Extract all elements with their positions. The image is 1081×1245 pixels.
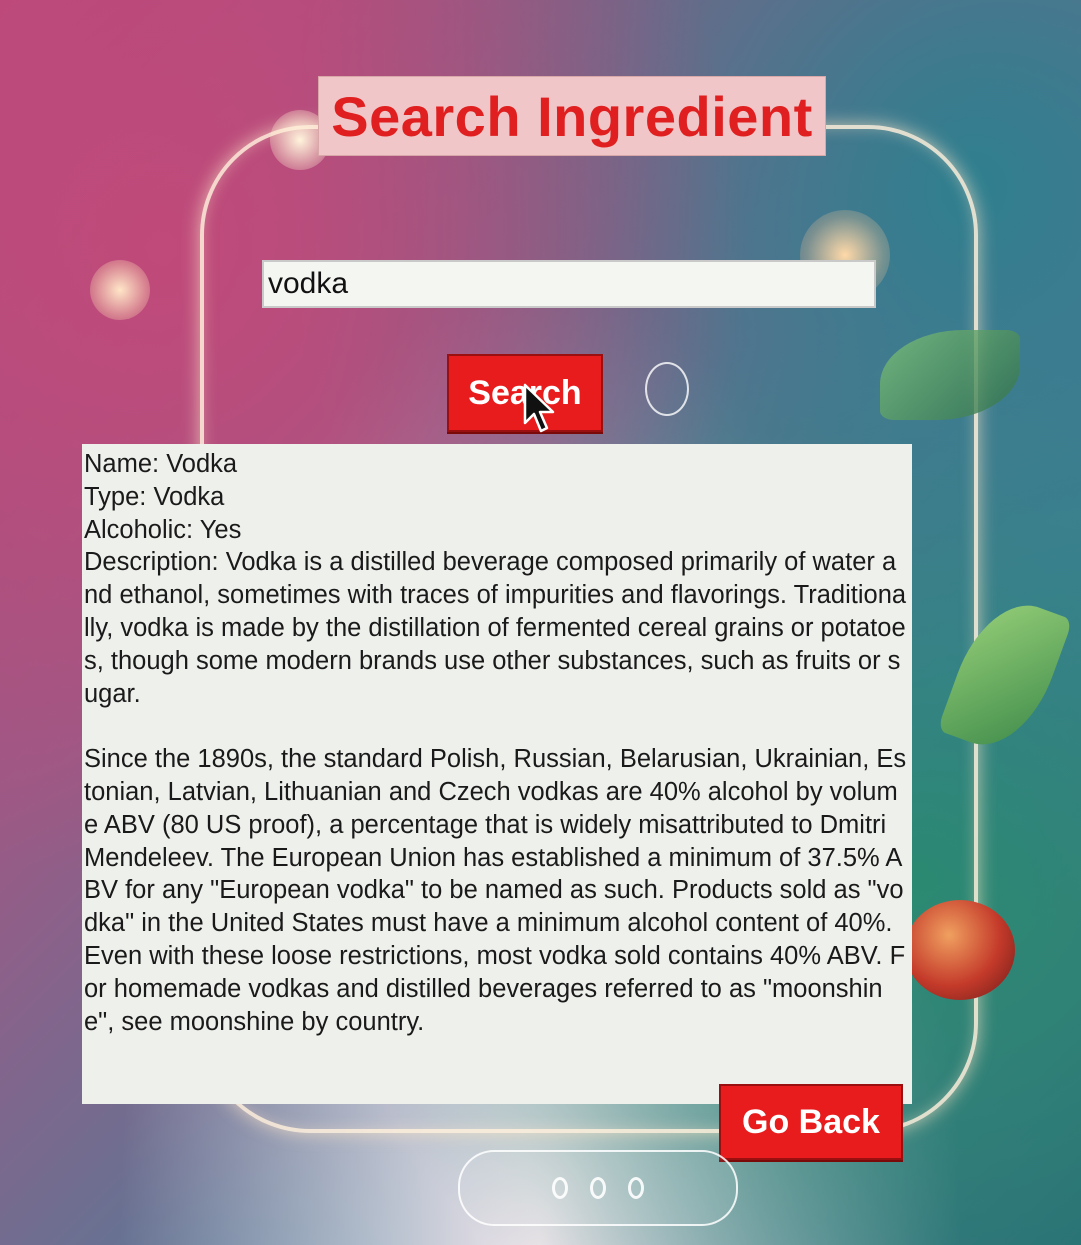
background-orb [90,260,150,320]
mouse-cursor-icon [523,383,555,433]
ingredient-details-panel: Name: Vodka Type: Vodka Alcoholic: Yes D… [82,444,912,1104]
go-back-button[interactable]: Go Back [719,1084,903,1160]
ingredient-name: Name: Vodka [84,450,238,478]
page-indicator [458,1150,738,1226]
page-title: Search Ingredient [318,76,826,156]
background-fruit [905,900,1015,1000]
page-dot-icon [628,1177,644,1199]
ingredient-alcoholic: Alcoholic: Yes [84,515,242,544]
page-dot-icon [552,1177,568,1199]
page-dot-icon [590,1177,606,1199]
ingredient-type: Type: Vodka [84,482,225,511]
ingredient-description-paragraph: Since the 1890s, the standard Polish, Ru… [84,745,907,1036]
ingredient-description-paragraph: Description: Vodka is a distilled bevera… [84,548,907,708]
background-orb [645,362,689,416]
search-input[interactable] [262,260,876,308]
